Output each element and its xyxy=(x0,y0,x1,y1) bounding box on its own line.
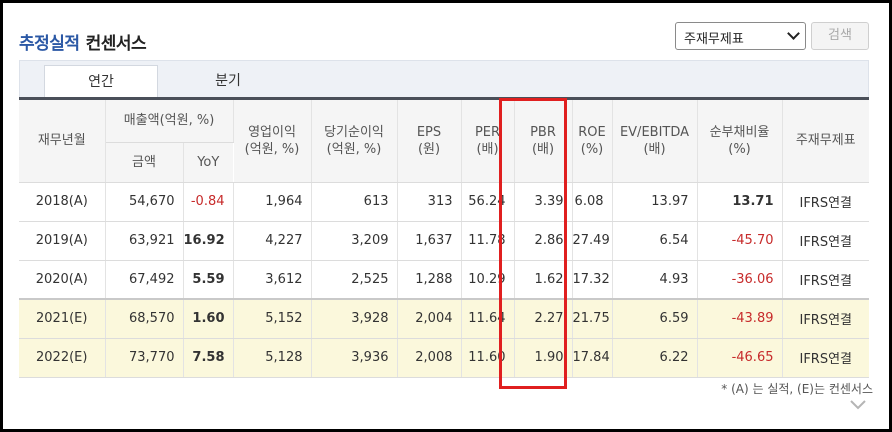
cell-statement: IFRS연결 xyxy=(782,221,869,261)
cell-sales: 54,670 xyxy=(105,182,184,222)
header-debt-ratio: 순부채비율 (%) xyxy=(697,100,783,183)
cell-debt-ratio: -45.70 xyxy=(697,221,783,261)
cell-year: 2020(A) xyxy=(19,260,106,300)
title-rest: 컨센서스 xyxy=(85,34,147,54)
cell-pbr: 3.39 xyxy=(514,182,573,222)
consensus-panel: 추정실적 컨센서스 주재무제표 검색 연간 분기 재무년월 매출액(억원, %) … xyxy=(3,3,889,429)
cell-net-income: 3,928 xyxy=(311,299,398,339)
tab-quarterly[interactable]: 분기 xyxy=(163,65,293,99)
consensus-table: 재무년월 매출액(억원, %) 영업이익 (억원, %) 당기순이익 (억원, %)… xyxy=(19,100,869,378)
table-header-row: 재무년월 매출액(억원, %) 영업이익 (억원, %) 당기순이익 (억원, %)… xyxy=(19,100,869,183)
cell-op-income: 4,227 xyxy=(233,221,312,261)
cell-yoy: -0.84 xyxy=(183,182,234,222)
cell-roe: 6.08 xyxy=(572,182,613,222)
cell-op-income: 5,152 xyxy=(233,299,312,339)
cell-net-income: 3,936 xyxy=(311,338,398,378)
cell-sales: 63,921 xyxy=(105,221,184,261)
tab-annual[interactable]: 연간 xyxy=(44,65,158,99)
cell-statement: IFRS연결 xyxy=(782,182,869,222)
cell-roe: 17.32 xyxy=(572,260,613,300)
cell-pbr: 1.62 xyxy=(514,260,573,300)
cell-eps: 313 xyxy=(397,182,462,222)
cell-eps: 2,004 xyxy=(397,299,462,339)
cell-ev-ebitda: 6.54 xyxy=(612,221,698,261)
cell-roe: 27.49 xyxy=(572,221,613,261)
statement-type-select[interactable]: 주재무제표 xyxy=(675,22,806,50)
cell-ev-ebitda: 6.59 xyxy=(612,299,698,339)
cell-yoy: 7.58 xyxy=(183,338,234,378)
cell-yoy: 5.59 xyxy=(183,260,234,300)
cell-per: 11.60 xyxy=(461,338,515,378)
cell-eps: 2,008 xyxy=(397,338,462,378)
table-row: 2020(A) 67,492 5.59 3,612 2,525 1,288 10.29 1.6… xyxy=(19,260,869,300)
cell-eps: 1,288 xyxy=(397,260,462,300)
cell-year: 2018(A) xyxy=(19,182,106,222)
table-row: 2022(E) 73,770 7.58 5,128 3,936 2,008 11.60 1.9… xyxy=(19,338,869,378)
table-row: 2018(A) 54,670 -0.84 1,964 613 313 56.24 3.39 6.… xyxy=(19,182,869,222)
header-statement: 주재무제표 xyxy=(782,100,869,183)
table-body: 2018(A) 54,670 -0.84 1,964 613 313 56.24 3.39 6.… xyxy=(19,182,869,378)
cell-debt-ratio: -43.89 xyxy=(697,299,783,339)
header-roe: ROE (%) xyxy=(572,100,613,183)
cell-yoy: 16.92 xyxy=(183,221,234,261)
header-pbr: PBR (배) xyxy=(514,100,573,183)
cell-ev-ebitda: 4.93 xyxy=(612,260,698,300)
cell-debt-ratio: -46.65 xyxy=(697,338,783,378)
period-tabs: 연간 분기 xyxy=(19,60,869,99)
header-sales-yoy: YoY xyxy=(183,142,233,183)
cell-ev-ebitda: 13.97 xyxy=(612,182,698,222)
cell-statement: IFRS연결 xyxy=(782,338,869,378)
title-accent: 추정실적 xyxy=(19,34,80,54)
cell-statement: IFRS연결 xyxy=(782,299,869,339)
cell-debt-ratio: 13.71 xyxy=(697,182,783,222)
cell-per: 56.24 xyxy=(461,182,515,222)
cell-year: 2022(E) xyxy=(19,338,106,378)
header-sales-amount: 금액 xyxy=(105,142,184,183)
cell-sales: 67,492 xyxy=(105,260,184,300)
search-button[interactable]: 검색 xyxy=(811,22,869,50)
cell-year: 2021(E) xyxy=(19,299,106,339)
header-sales-group: 매출액(억원, %) xyxy=(105,100,234,143)
cell-per: 11.64 xyxy=(461,299,515,339)
cell-pbr: 2.86 xyxy=(514,221,573,261)
table-row: 2019(A) 63,921 16.92 4,227 3,209 1,637 11.78 2.… xyxy=(19,221,869,261)
cell-net-income: 613 xyxy=(311,182,398,222)
cell-roe: 21.75 xyxy=(572,299,613,339)
cell-pbr: 1.90 xyxy=(514,338,573,378)
header-ev-ebitda: EV/EBITDA (배) xyxy=(612,100,698,183)
cell-per: 10.29 xyxy=(461,260,515,300)
table-row: 2021(E) 68,570 1.60 5,152 3,928 2,004 11.64 2.2… xyxy=(19,299,869,339)
cell-op-income: 3,612 xyxy=(233,260,312,300)
chevron-down-icon xyxy=(787,27,800,40)
cell-sales: 68,570 xyxy=(105,299,184,339)
cell-ev-ebitda: 6.22 xyxy=(612,338,698,378)
cell-eps: 1,637 xyxy=(397,221,462,261)
cell-net-income: 3,209 xyxy=(311,221,398,261)
header-eps: EPS (원) xyxy=(397,100,462,183)
cell-debt-ratio: -36.06 xyxy=(697,260,783,300)
cell-year: 2019(A) xyxy=(19,221,106,261)
cell-yoy: 1.60 xyxy=(183,299,234,339)
page-title: 추정실적 컨센서스 xyxy=(19,29,147,54)
cell-per: 11.78 xyxy=(461,221,515,261)
cell-op-income: 5,128 xyxy=(233,338,312,378)
cell-net-income: 2,525 xyxy=(311,260,398,300)
cell-pbr: 2.27 xyxy=(514,299,573,339)
header-year: 재무년월 xyxy=(19,100,106,183)
cell-statement: IFRS연결 xyxy=(782,260,869,300)
statement-type-value: 주재무제표 xyxy=(684,32,744,47)
cell-sales: 73,770 xyxy=(105,338,184,378)
header-net-income: 당기순이익 (억원, %) xyxy=(311,100,398,183)
header-op-income: 영업이익 (억원, %) xyxy=(233,100,312,183)
cell-roe: 17.84 xyxy=(572,338,613,378)
cell-op-income: 1,964 xyxy=(233,182,312,222)
header-per: PER (배) xyxy=(461,100,515,183)
chevron-down-icon[interactable] xyxy=(849,395,867,413)
